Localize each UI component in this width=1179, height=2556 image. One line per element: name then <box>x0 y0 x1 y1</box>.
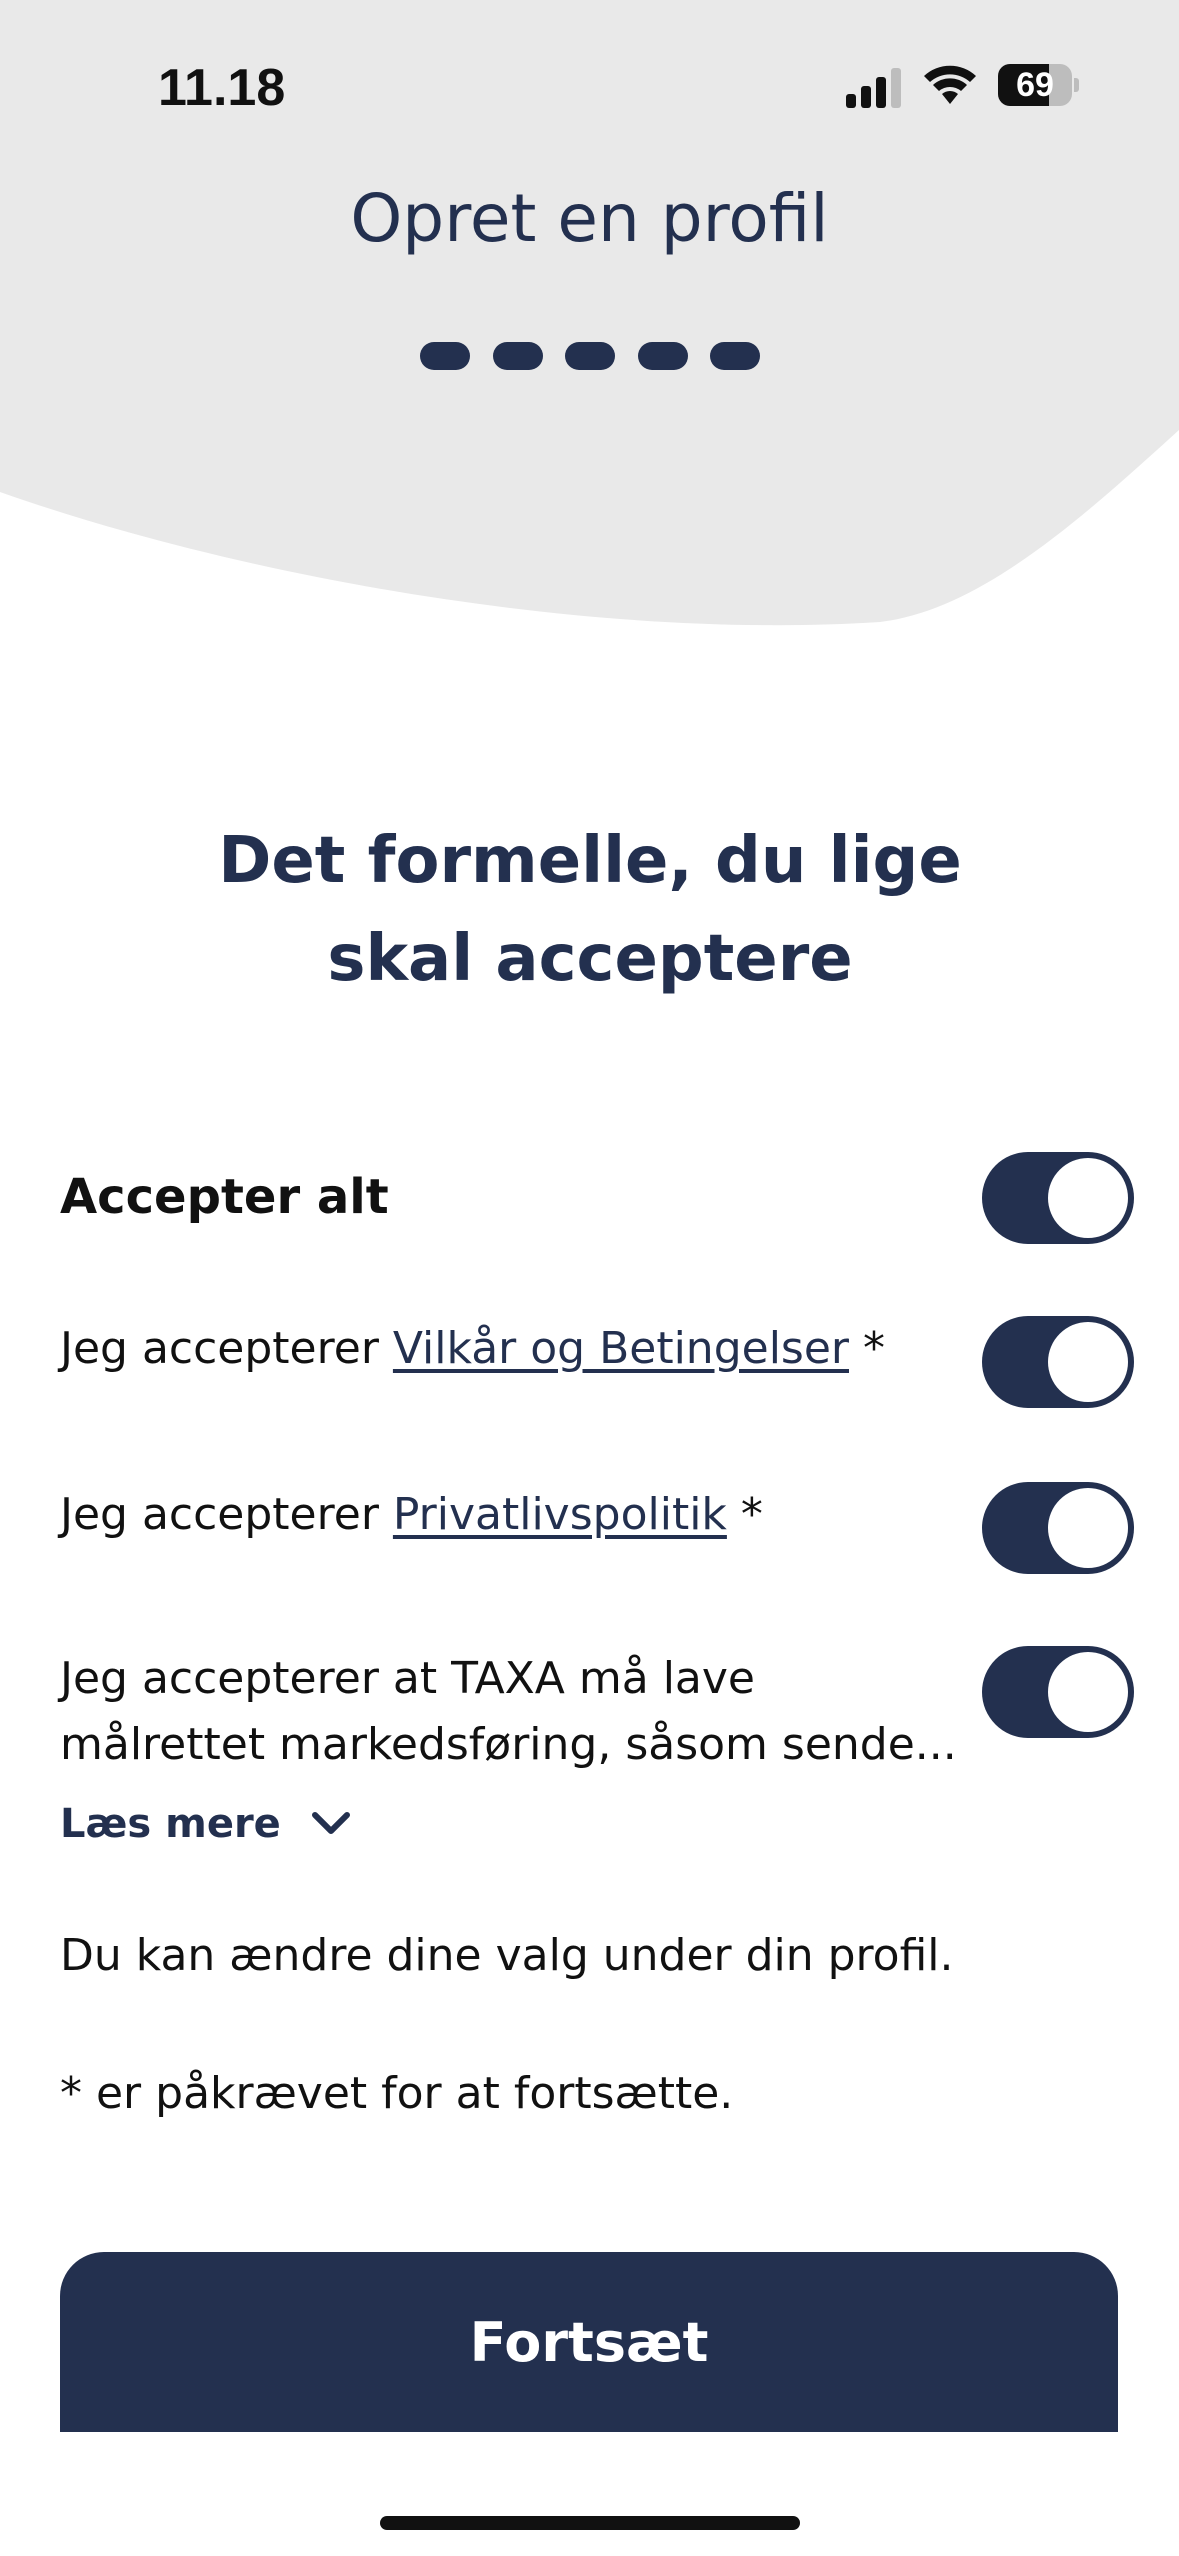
required-note: * er påkrævet for at fortsætte. <box>60 2068 734 2119</box>
battery-icon: 69 <box>998 64 1079 106</box>
accept-all-toggle[interactable] <box>982 1152 1134 1244</box>
accept-all-label: Accepter alt <box>60 1169 389 1225</box>
continue-button[interactable]: Fortsæt <box>60 2252 1118 2432</box>
status-bar: 11.18 69 <box>0 0 1179 170</box>
heading-line-1: Det formelle, du lige <box>218 824 962 898</box>
change-choices-note: Du kan ændre dine valg under din profil. <box>60 1930 954 1981</box>
wifi-icon <box>924 65 976 104</box>
terms-link[interactable]: Vilkår og Betingelser <box>393 1323 849 1374</box>
marketing-line-2: målrettet markedsføring, såsom sende... <box>60 1719 957 1770</box>
step-dot <box>710 342 760 370</box>
status-time: 11.18 <box>158 59 286 117</box>
terms-toggle[interactable] <box>982 1316 1134 1408</box>
terms-row-text: Jeg accepterer Vilkår og Betingelser * <box>60 1316 885 1382</box>
battery-level: 69 <box>1016 66 1054 104</box>
heading-line-2: skal acceptere <box>327 922 853 996</box>
terms-required-mark: * <box>849 1323 885 1374</box>
step-dot <box>565 342 615 370</box>
battery-body: 69 <box>998 64 1072 106</box>
consent-heading: Det formelle, du lige skal acceptere <box>140 812 1040 1008</box>
marketing-line-1: Jeg accepterer at TAXA må lave <box>60 1653 755 1704</box>
step-dot <box>492 342 543 370</box>
continue-button-label: Fortsæt <box>469 2310 709 2374</box>
read-more-button[interactable]: Læs mere <box>60 1794 351 1854</box>
marketing-toggle[interactable] <box>982 1646 1134 1738</box>
battery-cap <box>1074 78 1079 92</box>
marketing-row-text: Jeg accepterer at TAXA må lave målrettet… <box>60 1646 957 1778</box>
cellular-signal-icon <box>846 68 901 108</box>
toggle-knob <box>1048 1488 1128 1568</box>
toggle-knob <box>1048 1158 1128 1238</box>
step-indicator <box>420 342 760 370</box>
terms-prefix: Jeg accepterer <box>60 1323 393 1374</box>
privacy-toggle[interactable] <box>982 1482 1134 1574</box>
privacy-link[interactable]: Privatlivspolitik <box>393 1489 727 1540</box>
step-dot <box>420 342 470 370</box>
toggle-knob <box>1048 1322 1128 1402</box>
privacy-prefix: Jeg accepterer <box>60 1489 393 1540</box>
home-indicator <box>380 2516 800 2530</box>
privacy-required-mark: * <box>726 1489 763 1540</box>
read-more-label: Læs mere <box>60 1801 281 1847</box>
chevron-down-icon <box>311 1812 350 1834</box>
privacy-row-text: Jeg accepterer Privatlivspolitik * <box>60 1482 763 1548</box>
page-title: Opret en profil <box>350 180 829 257</box>
toggle-knob <box>1048 1652 1128 1732</box>
step-dot <box>637 342 688 370</box>
